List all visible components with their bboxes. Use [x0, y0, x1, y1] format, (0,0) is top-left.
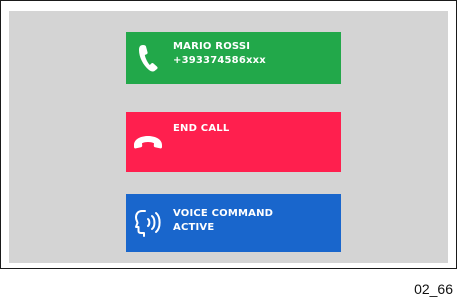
- voice-command-line1: VOICE COMMAND: [173, 208, 274, 219]
- voice-command-line2: ACTIVE: [173, 222, 215, 233]
- figure-frame: MARIO ROSSI +393374586xxx END CALL VOICE…: [0, 0, 457, 269]
- caller-name: MARIO ROSSI: [173, 41, 251, 52]
- voice-command-icon: [128, 194, 168, 252]
- hang-up-icon: [128, 112, 168, 172]
- phone-call-screen: MARIO ROSSI +393374586xxx END CALL VOICE…: [9, 11, 448, 263]
- caller-info-tile[interactable]: MARIO ROSSI +393374586xxx: [126, 32, 341, 84]
- phone-handset-icon: [128, 32, 168, 84]
- voice-command-status: VOICE COMMAND ACTIVE: [173, 207, 273, 235]
- caller-details: MARIO ROSSI +393374586xxx: [173, 40, 266, 68]
- caller-number: +393374586xxx: [173, 55, 266, 66]
- figure-reference: 02_66: [414, 281, 453, 297]
- voice-command-status-tile[interactable]: VOICE COMMAND ACTIVE: [126, 194, 341, 252]
- end-call-button[interactable]: END CALL: [126, 112, 341, 172]
- end-call-label: END CALL: [173, 123, 230, 134]
